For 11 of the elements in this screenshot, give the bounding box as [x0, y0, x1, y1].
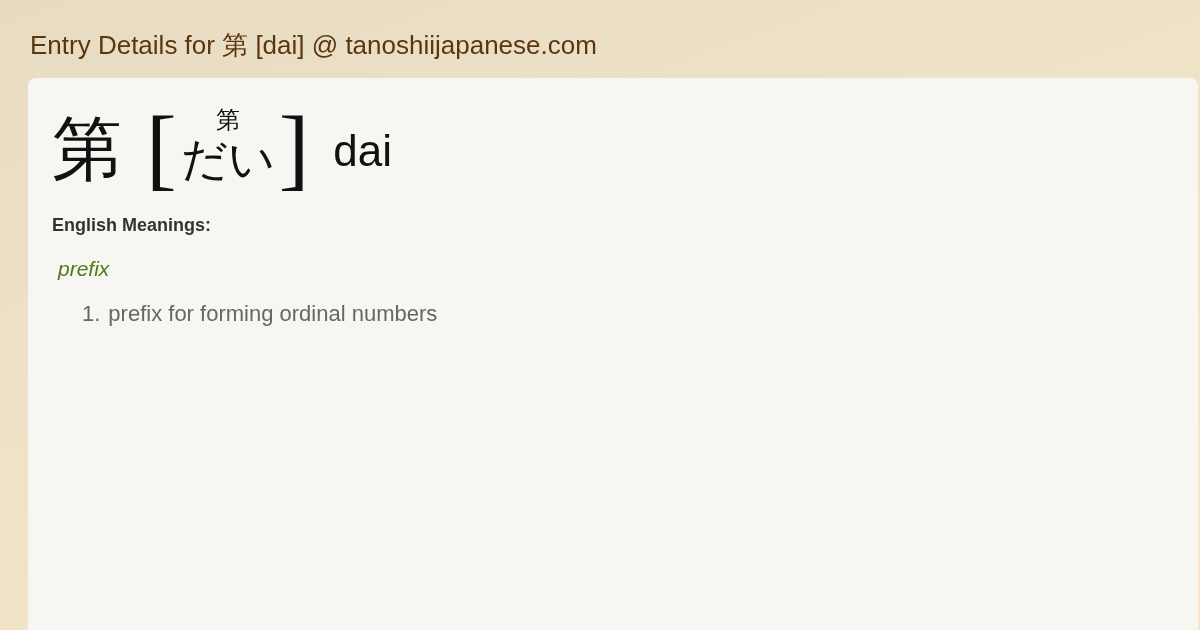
section-label: English Meanings: — [52, 214, 212, 237]
reading: だい — [180, 136, 275, 182]
part-of-speech: prefix — [58, 256, 110, 282]
bracket: [ — [146, 102, 177, 194]
definition-text: prefix for forming ordinal numbers — [108, 299, 438, 328]
bracket: ] — [278, 102, 310, 194]
definition-number: 1. — [82, 299, 101, 328]
page-title: Entry Details for 第 [dai] @ tanoshiijapanese.com — [29, 29, 598, 62]
romaji: dai — [333, 125, 392, 177]
headword: 第 — [52, 114, 122, 184]
furigana: 第 — [215, 108, 240, 132]
